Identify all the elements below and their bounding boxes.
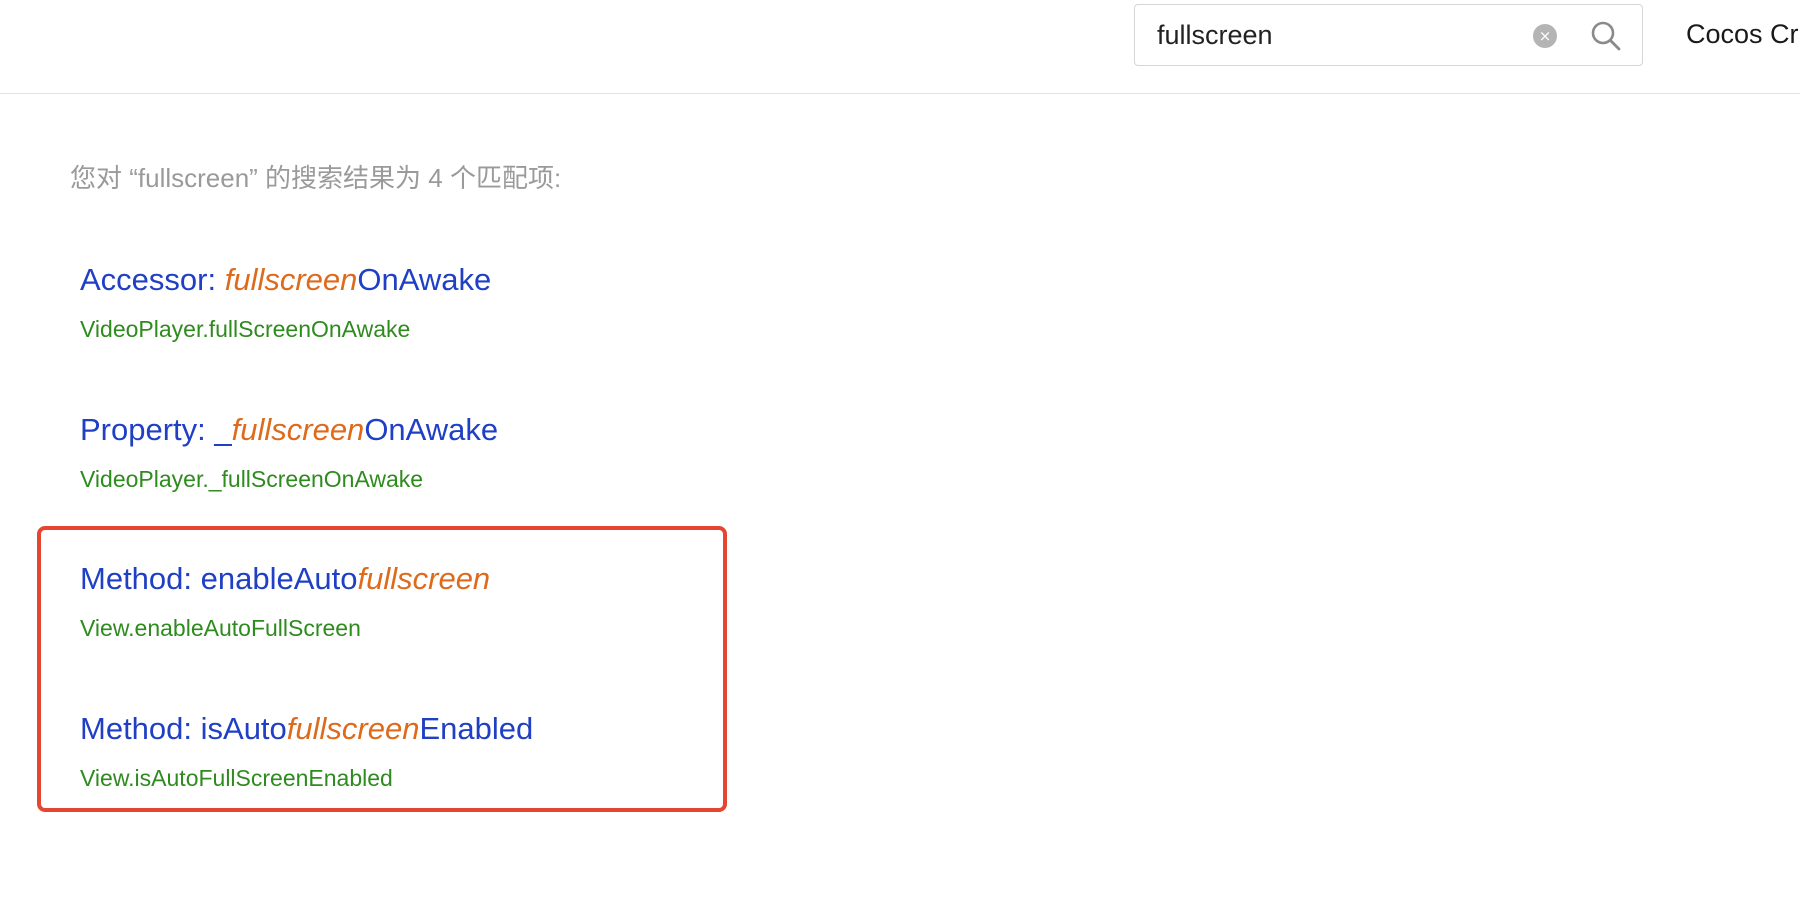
search-input[interactable] [1157, 17, 1527, 53]
search-summary: 您对 “fullscreen” 的搜索结果为 4 个匹配项: [70, 163, 562, 193]
search-button[interactable] [1589, 19, 1623, 53]
clear-search-button[interactable]: × [1533, 24, 1557, 48]
search-box: × [1134, 4, 1643, 66]
clear-circle-icon: × [1538, 27, 1552, 45]
result-item: Accessor: fullscreenOnAwake VideoPlayer.… [80, 262, 491, 343]
result-title-match: fullscreen [224, 262, 358, 297]
result-title-link[interactable]: Property: _fullscreenOnAwake [80, 412, 498, 448]
result-item: Property: _fullscreenOnAwake VideoPlayer… [80, 412, 498, 493]
result-title-prefix: Property: _ [80, 412, 232, 447]
result-path: VideoPlayer.fullScreenOnAwake [80, 316, 411, 342]
result-path: VideoPlayer._fullScreenOnAwake [80, 466, 424, 492]
result-title-suffix: OnAwake [364, 412, 499, 447]
result-title-suffix: OnAwake [357, 262, 492, 297]
result-title-link[interactable]: Accessor: fullscreenOnAwake [80, 262, 491, 298]
magnifier-icon [1591, 21, 1621, 51]
result-title-prefix: Accessor: [80, 262, 225, 297]
site-brand-link[interactable]: Cocos Cr [1686, 19, 1799, 50]
annotation-highlight-frame [37, 526, 727, 812]
top-bar: × Cocos Cr [0, 0, 1800, 94]
result-title-match: fullscreen [231, 412, 365, 447]
